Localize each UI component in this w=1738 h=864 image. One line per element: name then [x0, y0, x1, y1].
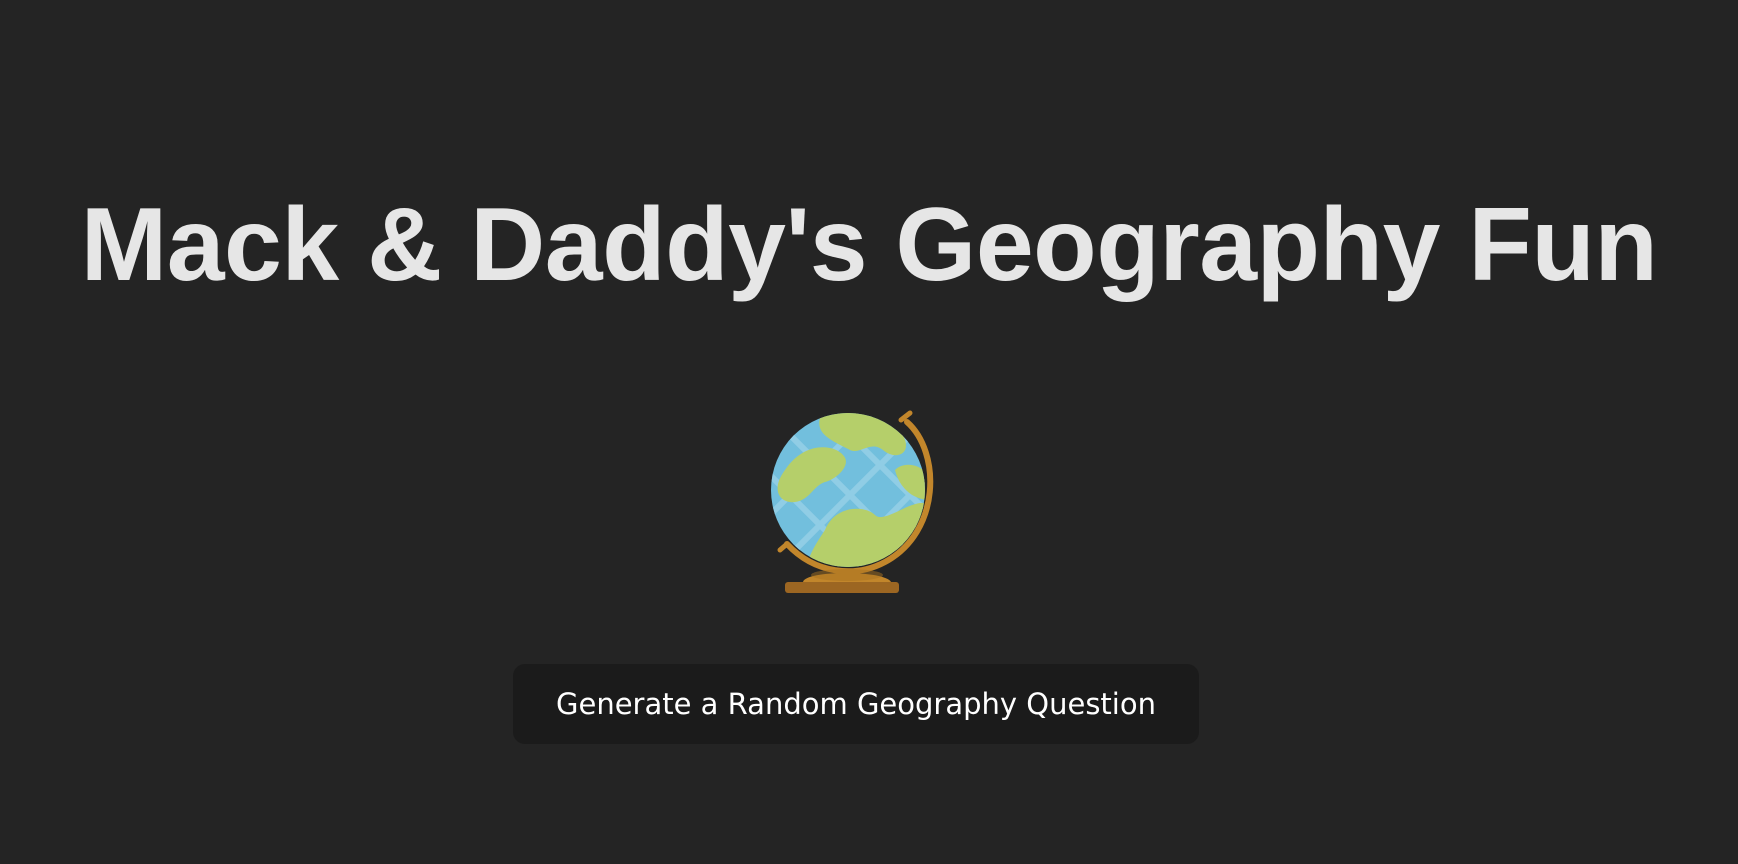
page-title: Mack & Daddy's Geography Fun: [80, 187, 1658, 303]
app-page: Mack & Daddy's Geography Fun Generate a …: [0, 0, 1738, 864]
generate-question-button[interactable]: Generate a Random Geography Question: [513, 664, 1199, 744]
globe-icon: [765, 410, 945, 610]
